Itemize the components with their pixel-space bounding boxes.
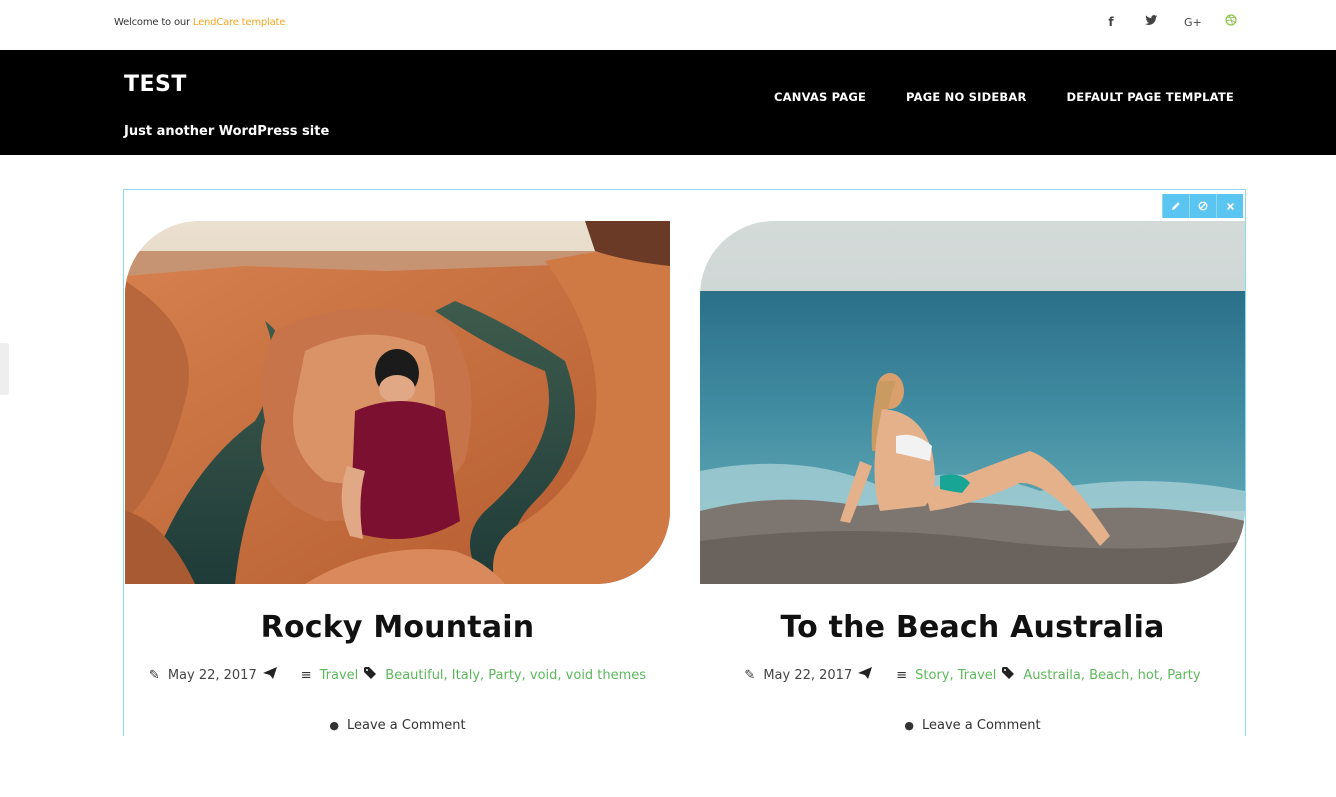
- twitter-icon[interactable]: [1144, 15, 1158, 29]
- post-thumbnail-canyon[interactable]: [125, 221, 670, 584]
- welcome-prefix: Welcome to our: [114, 17, 193, 28]
- post-date[interactable]: May 22, 2017: [168, 668, 257, 683]
- tag-icon: [364, 667, 377, 683]
- post-date[interactable]: May 22, 2017: [763, 668, 852, 683]
- facebook-icon[interactable]: f: [1104, 15, 1118, 29]
- dribbble-icon[interactable]: [1224, 14, 1238, 30]
- edit-note-icon: ✎: [148, 667, 160, 683]
- post-categories[interactable]: Travel: [320, 668, 359, 683]
- paper-plane-icon[interactable]: [262, 667, 277, 683]
- site-tagline: Just another WordPress site: [124, 124, 330, 139]
- post-title[interactable]: Rocky Mountain: [125, 610, 670, 645]
- nav-default-page-template[interactable]: DEFAULT PAGE TEMPLATE: [1067, 90, 1234, 104]
- list-icon: ≡: [300, 667, 312, 683]
- leave-comment-link[interactable]: ● Leave a Comment: [125, 718, 670, 733]
- post-meta: ✎ May 22, 2017 ≡ Story, Travel Austraila…: [700, 667, 1245, 683]
- welcome-text: Welcome to our LendCare template: [114, 17, 285, 28]
- pencil-icon[interactable]: [1162, 194, 1189, 218]
- close-icon[interactable]: [1216, 194, 1243, 218]
- tag-icon: [1002, 667, 1015, 683]
- leave-comment-link[interactable]: ● Leave a Comment: [700, 718, 1245, 733]
- social-links: f G+: [1104, 14, 1238, 30]
- template-link[interactable]: LendCare template: [193, 17, 286, 28]
- side-panel-toggle[interactable]: [0, 343, 9, 395]
- edit-note-icon: ✎: [744, 667, 756, 683]
- post-card: To the Beach Australia ✎ May 22, 2017 ≡ …: [700, 221, 1245, 733]
- paper-plane-icon[interactable]: [858, 667, 873, 683]
- post-categories[interactable]: Story, Travel: [915, 668, 996, 683]
- nav-canvas-page[interactable]: CANVAS PAGE: [774, 90, 866, 104]
- main-nav: CANVAS PAGE PAGE NO SIDEBAR DEFAULT PAGE…: [774, 90, 1234, 104]
- comments-icon: ●: [904, 719, 914, 732]
- post-title[interactable]: To the Beach Australia: [700, 610, 1245, 645]
- nav-page-no-sidebar[interactable]: PAGE NO SIDEBAR: [906, 90, 1026, 104]
- top-bar: Welcome to our LendCare template f G+: [0, 0, 1336, 50]
- post-card: Rocky Mountain ✎ May 22, 2017 ≡ Travel B…: [125, 221, 670, 733]
- google-plus-icon[interactable]: G+: [1184, 16, 1202, 29]
- duplicate-icon[interactable]: [1189, 194, 1216, 218]
- site-header: TEST Just another WordPress site CANVAS …: [0, 50, 1336, 155]
- list-icon: ≡: [896, 667, 908, 683]
- page-bottom: [0, 736, 1336, 797]
- post-tags[interactable]: Austraila, Beach, hot, Party: [1023, 668, 1200, 683]
- edit-toolbar: [1162, 194, 1243, 218]
- posts-section: Rocky Mountain ✎ May 22, 2017 ≡ Travel B…: [123, 189, 1246, 749]
- post-meta: ✎ May 22, 2017 ≡ Travel Beautiful, Italy…: [125, 667, 670, 683]
- comments-icon: ●: [329, 719, 339, 732]
- post-thumbnail-beach[interactable]: [700, 221, 1245, 584]
- comment-label[interactable]: Leave a Comment: [922, 718, 1041, 733]
- post-tags[interactable]: Beautiful, Italy, Party, void, void them…: [385, 668, 646, 683]
- site-title[interactable]: TEST: [124, 72, 187, 97]
- comment-label[interactable]: Leave a Comment: [347, 718, 466, 733]
